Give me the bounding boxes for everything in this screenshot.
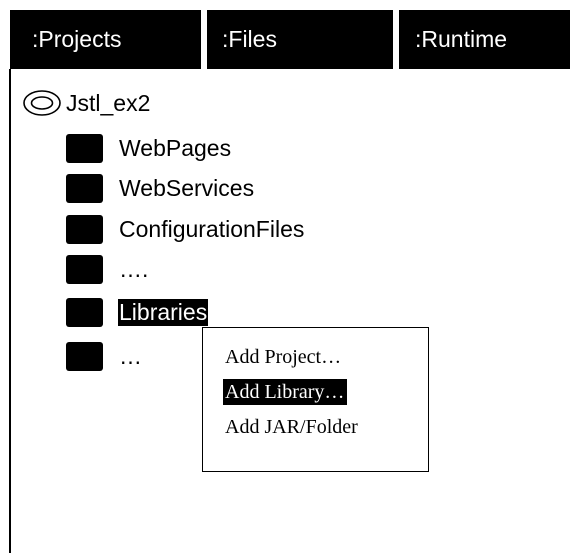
context-menu: Add Project… Add Library… Add JAR/Folder xyxy=(202,327,429,472)
tab-bar: :Projects :Files :Runtime xyxy=(10,10,570,69)
tree-node-libraries[interactable]: Libraries xyxy=(66,296,209,328)
panel-border xyxy=(9,69,11,553)
folder-icon xyxy=(66,214,103,244)
tree-node-label-selected: Libraries xyxy=(118,298,209,326)
folder-icon xyxy=(66,341,103,371)
tab-projects[interactable]: :Projects xyxy=(32,10,121,69)
tree-node-label: WebPages xyxy=(119,134,232,161)
project-icon xyxy=(23,90,61,116)
folder-icon xyxy=(66,173,103,203)
tab-files[interactable]: :Files xyxy=(222,10,277,69)
tree-node-configuration-files[interactable]: ConfigurationFiles xyxy=(66,213,305,245)
tree-node-label: …. xyxy=(119,255,149,282)
tab-divider xyxy=(393,10,399,69)
folder-icon xyxy=(66,297,103,327)
tree-node-label: … xyxy=(119,342,142,369)
tree-node-web-services[interactable]: WebServices xyxy=(66,172,255,204)
tree-node-more[interactable]: … xyxy=(66,340,143,372)
tree-root-project[interactable]: Jstl_ex2 xyxy=(22,88,150,118)
tab-divider xyxy=(201,10,207,69)
menu-item-add-project[interactable]: Add Project… xyxy=(223,344,344,370)
tree-root-label: Jstl_ex2 xyxy=(66,89,151,116)
folder-icon xyxy=(66,254,103,284)
menu-item-add-jar-folder[interactable]: Add JAR/Folder xyxy=(223,414,361,440)
tab-runtime[interactable]: :Runtime xyxy=(415,10,507,69)
tree-node-label: ConfigurationFiles xyxy=(119,215,305,242)
menu-item-add-library[interactable]: Add Library… xyxy=(223,379,348,405)
tree-node-web-pages[interactable]: WebPages xyxy=(66,132,232,164)
folder-icon xyxy=(66,133,103,163)
tree-node-label: WebServices xyxy=(119,174,255,201)
tree-node-more[interactable]: …. xyxy=(66,253,149,285)
